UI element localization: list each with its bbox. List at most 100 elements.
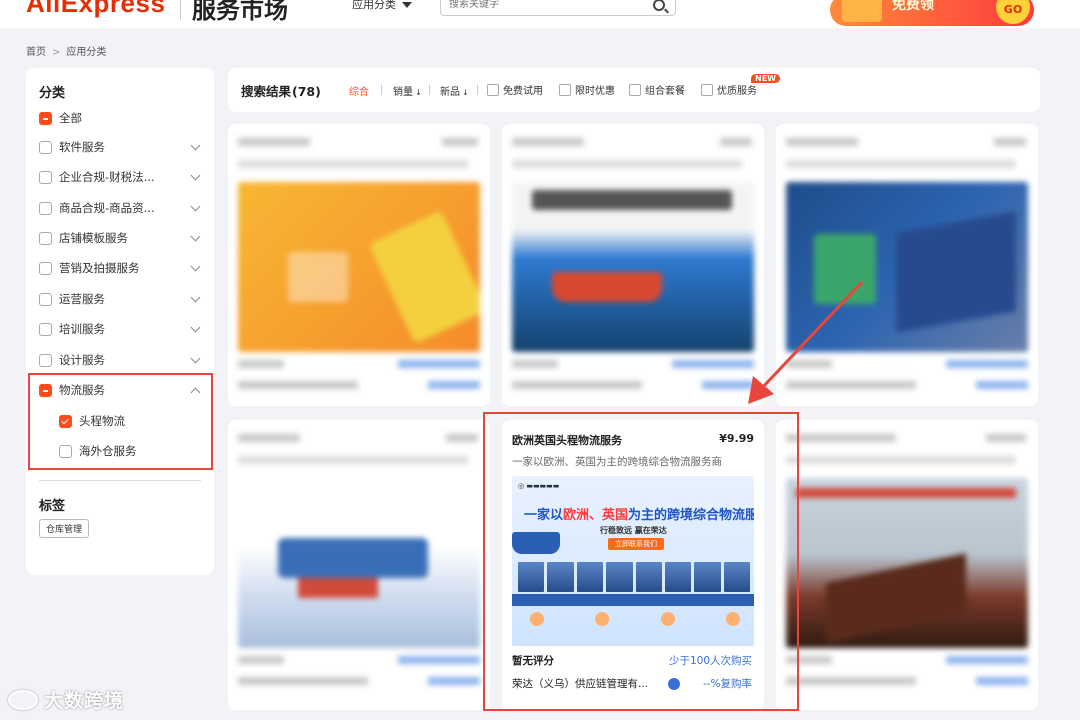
placeholder-sales [946,656,1028,664]
results-heading: 搜索结果(78) [241,81,321,100]
category-label: 运营服务 [59,292,105,306]
checkbox[interactable] [39,293,52,306]
category-training[interactable]: 培训服务 [39,319,203,341]
promo-text: 免费领 [892,0,934,13]
filter-limited-offer[interactable]: 限时优惠 [559,82,615,97]
ship-illustration [552,272,662,302]
category-label: 全部 [59,111,82,125]
plane-illustration [278,538,428,578]
placeholder-company [512,381,642,389]
checkbox[interactable] [701,84,713,96]
service-image [512,182,754,352]
watermark-logo-icon [8,690,38,710]
placeholder-rating [512,360,558,368]
category-label: 店铺模板服务 [59,231,128,245]
search-input[interactable] [449,0,639,10]
promo-go-button[interactable]: GO [996,0,1030,24]
service-market-title[interactable]: 服务市场 [192,0,288,25]
filter-label: 组合套餐 [645,86,685,97]
placeholder-rating [238,360,284,368]
top-header: AliExpress 服务市场 应用分类 免费领 GO [0,0,1080,28]
placeholder-desc [786,456,1016,464]
checkbox[interactable] [629,84,641,96]
banner-textblock [814,234,876,304]
service-card-blurred[interactable] [776,124,1038,406]
placeholder-company [786,677,916,685]
checkbox[interactable] [39,354,52,367]
app-category-dropdown[interactable]: 应用分类 [352,0,412,12]
chevron-down-icon[interactable] [190,201,201,212]
breadcrumb-home[interactable]: 首页 [26,47,46,58]
checkbox[interactable] [39,232,52,245]
promo-banner[interactable]: 免费领 GO [830,0,1034,26]
checkbox[interactable] [559,84,571,96]
filter-free-trial[interactable]: 免费试用 [487,82,543,97]
watermark-text: 大数跨境 [44,690,125,712]
placeholder-price [442,138,478,146]
tag-warehouse-management[interactable]: 仓库管理 [39,519,90,538]
watermark: 大数跨境 [8,686,124,713]
sort-new[interactable]: 新品 ↓ [440,83,469,98]
chevron-down-icon[interactable] [190,353,201,364]
filter-label: 优质服务 [717,86,757,97]
checkbox[interactable] [39,323,52,336]
logo-divider [180,0,181,20]
placeholder-sales [946,360,1028,368]
placeholder-company [238,381,358,389]
chevron-down-icon[interactable] [190,231,201,242]
chevron-down-icon[interactable] [190,292,201,303]
results-count: (78) [292,84,321,99]
category-title: 分类 [39,86,66,101]
placeholder-title [512,138,584,146]
service-card-blurred[interactable] [502,124,764,406]
service-image [786,182,1028,352]
filter-bundle[interactable]: 组合套餐 [629,82,685,97]
sort-divider [429,85,430,95]
aliexpress-logo[interactable]: AliExpress [26,0,165,19]
service-image [238,182,480,352]
sort-arrow-icon: ↓ [415,88,422,97]
banner-textblock [532,190,732,210]
category-compliance-tax[interactable]: 企业合规-财税法... [39,167,203,189]
filter-premium-service[interactable]: 优质服务 [701,82,757,97]
checkbox[interactable] [487,84,499,96]
checkbox[interactable] [39,202,52,215]
checkbox[interactable] [39,171,52,184]
category-label: 营销及拍摄服务 [59,261,140,275]
filter-bar: 搜索结果(78) 综合 销量 ↓ 新品 ↓ 免费试用 限时优惠 组合套餐 优质服务 … [228,68,1040,112]
container-illustration [298,578,378,598]
service-card-blurred[interactable] [228,124,490,406]
category-product-compliance[interactable]: 商品合规-商品资... [39,198,203,220]
category-design[interactable]: 设计服务 [39,350,203,372]
category-software[interactable]: 软件服务 [39,137,203,159]
service-card-blurred[interactable] [776,420,1038,710]
crane-illustration [796,488,1016,538]
category-sidebar: 分类 全部 软件服务 企业合规-财税法... 商品合规-商品资... 店铺模板服… [26,68,214,575]
breadcrumb-current: 应用分类 [66,47,107,58]
placeholder-sales [398,360,480,368]
sort-arrow-icon: ↓ [462,88,469,97]
category-store-template[interactable]: 店铺模板服务 [39,228,203,250]
placeholder-rebuy [976,381,1028,389]
chevron-down-icon[interactable] [190,261,201,272]
category-all[interactable]: 全部 [39,108,203,130]
checkbox[interactable] [39,141,52,154]
chevron-down-icon[interactable] [190,170,201,181]
checkbox-partial-icon[interactable] [39,112,52,125]
chevron-down-icon[interactable] [190,322,201,333]
checkbox[interactable] [39,262,52,275]
card-highlight-frame [483,412,799,711]
sort-comprehensive[interactable]: 综合 [349,83,369,98]
placeholder-desc [238,160,468,168]
chevron-down-icon[interactable] [190,140,201,151]
gift-icon [842,0,882,22]
placeholder-price [994,138,1026,146]
search-box[interactable] [440,0,676,16]
category-operations[interactable]: 运营服务 [39,289,203,311]
sort-sales[interactable]: 销量 ↓ [393,83,422,98]
service-card-blurred[interactable] [228,420,490,710]
service-image [238,478,480,648]
placeholder-rebuy [428,677,480,685]
search-icon[interactable] [653,0,665,11]
category-marketing[interactable]: 营销及拍摄服务 [39,258,203,280]
